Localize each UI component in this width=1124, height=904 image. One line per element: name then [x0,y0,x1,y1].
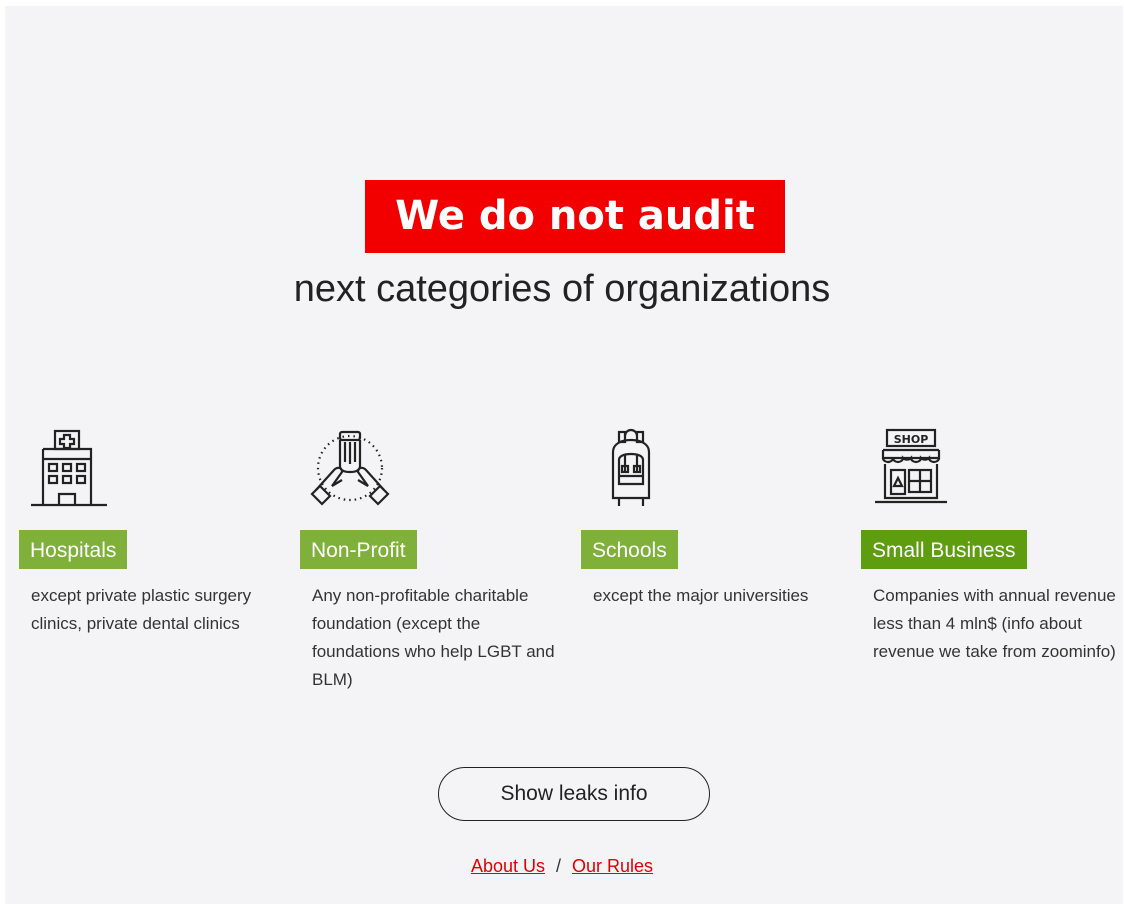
charity-hands-icon [310,428,390,508]
svg-text:SHOP: SHOP [894,433,929,446]
category-description: Any non-profitable charitable foundation… [312,586,555,689]
category-description: except private plastic surgery clinics, … [31,586,252,633]
category-label: Hospitals [19,530,128,569]
about-us-link[interactable]: About Us [471,856,545,876]
backpack-icon [591,428,671,508]
category-description: except the major universities [593,586,809,605]
show-leaks-button[interactable]: Show leaks info [438,767,710,821]
footer-separator: / [556,856,562,876]
footer-links: About Us / Our Rules [0,856,1124,877]
shop-icon: SHOP [871,428,951,508]
category-label: Schools [581,530,678,569]
category-description: Companies with annual revenue less than … [873,586,1116,661]
category-label: Non-Profit [300,530,417,569]
hospital-icon [29,428,109,508]
hero-subtitle: next categories of organizations [293,268,831,310]
our-rules-link[interactable]: Our Rules [572,856,653,876]
hero-badge: We do not audit [365,180,785,253]
category-label: Small Business [861,530,1027,569]
